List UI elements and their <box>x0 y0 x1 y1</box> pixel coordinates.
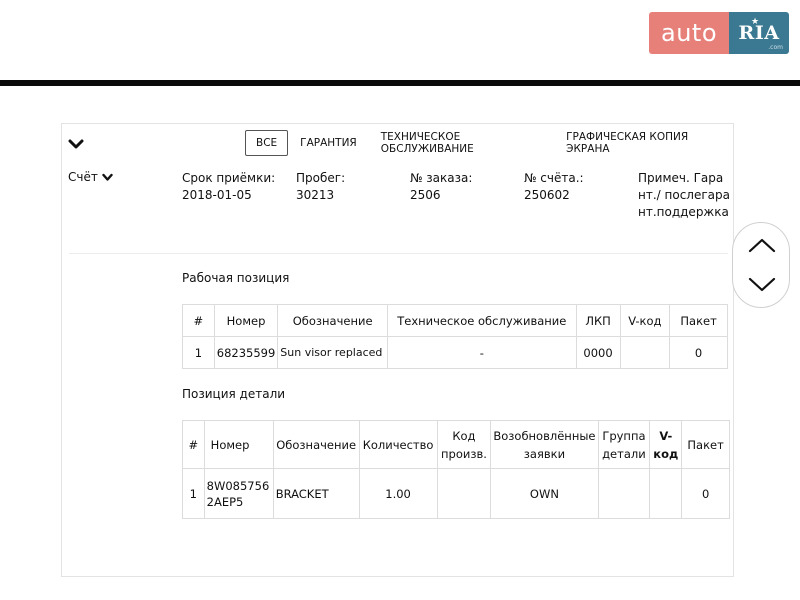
part-position-title: Позиция детали <box>182 387 286 401</box>
filter-tabs: ВСЕ ГАРАНТИЯ ТЕХНИЧЕСКОЕ ОБСЛУЖИВАНИЕ ГР… <box>245 130 733 156</box>
table-cell <box>619 336 671 369</box>
section-divider <box>69 253 728 254</box>
column-header: ЛКП <box>575 304 621 337</box>
invoice-toggle[interactable]: Счёт <box>68 170 113 184</box>
acceptance-date: Срок приёмки: 2018-01-05 <box>182 170 275 204</box>
mileage: Пробег: 30213 <box>296 170 345 204</box>
field-label: № счёта.: <box>524 171 584 185</box>
work-position-table: # Номер Обозначение Техническое обслужив… <box>182 304 728 369</box>
table-cell: 1 <box>182 336 215 369</box>
field-value: 250602 <box>524 188 570 202</box>
logo-auto-text: auto <box>649 12 729 54</box>
field-value: 2018-01-05 <box>182 188 252 202</box>
part-position-table: # Номер Обозначение Количество Код произ… <box>182 420 730 519</box>
tab-screen-copy[interactable]: ГРАФИЧЕСКАЯ КОПИЯ ЭКРАНА <box>554 130 733 156</box>
header-rule <box>0 80 800 86</box>
chevron-down-icon <box>102 173 113 181</box>
table-cell: 1 <box>182 468 205 519</box>
scroll-control <box>732 222 790 308</box>
tab-all[interactable]: ВСЕ <box>245 130 289 156</box>
field-value: 30213 <box>296 188 335 202</box>
table-cell <box>436 468 492 519</box>
field-value: 2506 <box>410 188 441 202</box>
table-row: 1 8W0857562AEP5 BRACKET 1.00 OWN 0 <box>182 468 730 519</box>
column-header: Обозначение <box>277 304 388 337</box>
column-header: Пакет <box>681 420 730 469</box>
column-header: Пакет <box>669 304 728 337</box>
column-header: Обозначение <box>272 420 360 469</box>
logo-ria-block: ★ RIA .com <box>729 12 789 54</box>
table-cell: 0 <box>669 336 728 369</box>
table-header-row: # Номер Обозначение Количество Код произ… <box>182 420 730 469</box>
column-header: Группа детали <box>597 420 651 469</box>
table-cell: 1.00 <box>358 468 438 519</box>
table-cell <box>597 468 651 519</box>
column-header: # <box>182 304 215 337</box>
column-header: Номер <box>203 420 274 469</box>
table-cell: 0000 <box>575 336 621 369</box>
scroll-down-button[interactable] <box>747 275 777 295</box>
invoice-notes: Примеч. Гарант./ послегарант.поддержка <box>638 171 730 219</box>
column-header: Техническое обслуживание <box>386 304 577 337</box>
column-header: V-код <box>619 304 671 337</box>
table-cell: BRACKET <box>272 468 360 519</box>
invoice-summary: Счёт Срок приёмки: 2018-01-05 Пробег: 30… <box>62 169 735 253</box>
table-cell <box>649 468 683 519</box>
chevron-down-icon[interactable] <box>68 137 84 151</box>
table-cell: 8W0857562AEP5 <box>203 468 274 519</box>
table-cell: 0 <box>681 468 730 519</box>
table-header-row: # Номер Обозначение Техническое обслужив… <box>182 304 728 337</box>
table-cell: - <box>386 336 577 369</box>
column-header: V-код <box>649 420 683 469</box>
column-header: # <box>182 420 205 469</box>
field-label: Пробег: <box>296 171 346 185</box>
table-cell: Sun visor replaced <box>277 336 388 369</box>
table-cell: OWN <box>490 468 599 519</box>
work-position-title: Рабочая позиция <box>182 271 290 285</box>
table-cell: 68235599 <box>213 336 279 369</box>
field-label: № заказа: <box>410 171 473 185</box>
scroll-up-button[interactable] <box>747 235 777 255</box>
star-icon: ★ <box>751 17 760 27</box>
column-header: Количество <box>358 420 438 469</box>
column-header: Код произв. <box>436 420 492 469</box>
logo-ria-domain: .com <box>768 44 783 51</box>
column-header: Номер <box>213 304 279 337</box>
tab-maintenance[interactable]: ТЕХНИЧЕСКОЕ ОБСЛУЖИВАНИЕ <box>369 130 554 156</box>
field-label: Срок приёмки: <box>182 171 276 185</box>
invoice-number: № счёта.: 250602 <box>524 170 584 204</box>
invoice-label: Счёт <box>68 170 98 184</box>
table-row: 1 68235599 Sun visor replaced - 0000 0 <box>182 336 728 369</box>
order-number: № заказа: 2506 <box>410 170 472 204</box>
autoria-logo[interactable]: auto ★ RIA .com <box>649 12 789 54</box>
column-header: Возобновлённые заявки <box>490 420 599 469</box>
invoice-panel: ВСЕ ГАРАНТИЯ ТЕХНИЧЕСКОЕ ОБСЛУЖИВАНИЕ ГР… <box>61 123 734 577</box>
tab-warranty[interactable]: ГАРАНТИЯ <box>288 130 369 156</box>
